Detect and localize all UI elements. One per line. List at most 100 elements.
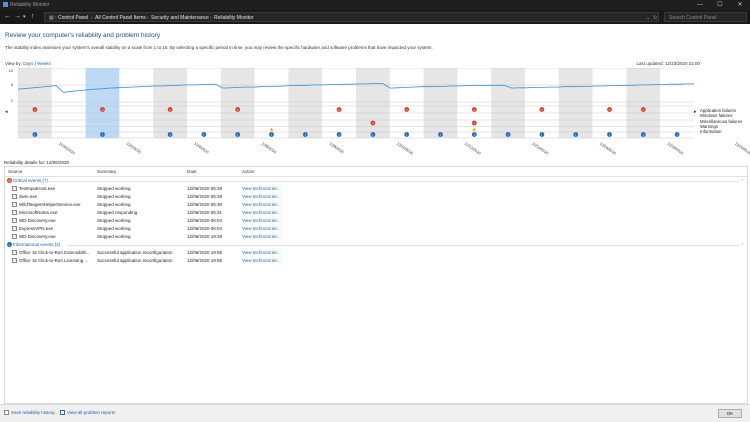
column-source[interactable]: Source: [8, 169, 22, 174]
scroll-right-icon[interactable]: ▸: [694, 109, 697, 115]
application-failure-icon-glyph: ×: [541, 108, 543, 112]
view-technical-details-link[interactable]: View technical de...: [242, 186, 281, 191]
minimize-button[interactable]: —: [690, 0, 710, 10]
row-date: 12/06/2020 19:29: [187, 234, 223, 239]
view-technical-details-link[interactable]: View technical de...: [242, 218, 281, 223]
application-failure-icon-glyph: ×: [169, 108, 171, 112]
view-technical-details-link[interactable]: View technical de...: [242, 258, 281, 263]
collapse-chevron-icon[interactable]: ⌃: [741, 178, 744, 183]
day-column: [187, 68, 221, 138]
table-row[interactable]: ExpressVPN.exe Stopped working 12/06/2020 …: [5, 225, 747, 233]
table-row[interactable]: Office 16 Click-to-Run Licensing ... Succ…: [5, 257, 747, 265]
close-button[interactable]: ✕: [730, 0, 750, 10]
breadcrumb-control-panel[interactable]: Control Panel: [58, 15, 88, 21]
row-summary: Stopped working: [97, 186, 131, 191]
table-row[interactable]: dwm.exe Stopped working 12/06/2020 05:29 Vi…: [5, 193, 747, 201]
refresh-icon[interactable]: ↻: [653, 15, 657, 21]
table-row[interactable]: WD Discovery.exe Stopped working 12/06/202…: [5, 217, 747, 225]
row-date: 12/06/2020 19:55: [187, 258, 223, 263]
ok-button[interactable]: OK: [718, 409, 742, 418]
row-source: MicrosoftNotes.exe: [19, 210, 58, 215]
row-summary: Stopped working: [97, 226, 131, 231]
table-row[interactable]: WildTangentHelperService.exe Stopped work…: [5, 201, 747, 209]
day-column: [525, 68, 559, 138]
file-icon: [12, 258, 17, 263]
page-title: Review your computer's reliability and p…: [5, 32, 161, 39]
chevron-right-icon: ›: [91, 15, 93, 21]
x-tick-label: 12/14/2020: [531, 142, 549, 156]
label-information: Information: [700, 129, 722, 135]
up-arrow-icon[interactable]: ↑: [31, 13, 35, 21]
row-date: 12/06/2020 05:30: [187, 202, 223, 207]
back-arrow-icon[interactable]: ←: [4, 13, 11, 21]
day-column: [491, 68, 525, 138]
x-tick-label: 12/16/2020: [599, 142, 617, 156]
table-row[interactable]: TextInputHost.exe Stopped working 12/06/20…: [5, 185, 747, 193]
row-date: 12/06/2020 05:29: [187, 194, 223, 199]
day-column: [660, 68, 694, 138]
view-technical-details-link[interactable]: View technical de...: [242, 234, 281, 239]
view-technical-details-link[interactable]: View technical de...: [242, 194, 281, 199]
file-icon: [12, 186, 17, 191]
row-summary: Successful application reconfiguration: [97, 250, 173, 255]
view-weeks-link[interactable]: Weeks: [37, 61, 51, 66]
dropdown-icon[interactable]: ⌄: [646, 15, 650, 21]
reports-icon: [60, 410, 65, 415]
column-action[interactable]: Action: [242, 169, 255, 174]
breadcrumb-all-items[interactable]: All Control Panel Items: [95, 15, 146, 21]
day-column: [423, 68, 458, 138]
day-column: [288, 68, 323, 138]
row-summary: Stopped working: [97, 194, 131, 199]
view-technical-details-link[interactable]: View technical de...: [242, 250, 281, 255]
x-tick-label: 12/4/2020: [193, 142, 209, 155]
chart-svg[interactable]: 1051× × × × × × × × × ×× ×i i i i i i i i i i i i i i i i i i11/30/…: [0, 67, 750, 160]
group-info-label: Informational events (2): [13, 242, 61, 247]
view-days-link[interactable]: Days: [23, 61, 33, 66]
column-summary[interactable]: Summary: [97, 169, 116, 174]
table-row[interactable]: Office 16 Click-to-Run Extensibilit... Su…: [5, 249, 747, 257]
row-summary: Stopped working: [97, 218, 131, 223]
collapse-chevron-icon[interactable]: ⌃: [741, 242, 744, 247]
view-all-reports-link[interactable]: View all problem reports: [67, 410, 115, 415]
address-field[interactable]: ▦ › Control Panel › All Control Panel It…: [44, 12, 659, 22]
search-input[interactable]: Search Control Panel: [664, 12, 747, 22]
group-divider: [41, 181, 739, 182]
group-informational-events[interactable]: i Informational events (2): [7, 242, 61, 248]
forward-arrow-icon[interactable]: →: [14, 13, 21, 21]
group-divider: [67, 245, 739, 246]
save-icon: [4, 410, 9, 415]
table-row[interactable]: MicrosoftNotes.exe Stopped responding 12/0…: [5, 209, 747, 217]
recent-locations-icon[interactable]: ▾: [23, 13, 26, 21]
x-tick-label: 12/8/2020: [328, 142, 344, 155]
column-date[interactable]: Date: [187, 169, 197, 174]
row-source: WD Discovery.exe: [19, 234, 56, 239]
row-summary: Stopped responding: [97, 210, 138, 215]
info-icon: i: [7, 242, 12, 248]
y-tick-label: 10: [9, 68, 14, 73]
view-technical-details-link[interactable]: View technical de...: [242, 210, 281, 215]
breadcrumb-security-maintenance[interactable]: Security and Maintenance: [151, 15, 209, 21]
table-row[interactable]: WD Discovery.exe Stopped working 12/06/202…: [5, 233, 747, 241]
file-icon: [12, 210, 17, 215]
row-summary: Stopped working: [97, 234, 131, 239]
save-history-link[interactable]: Save reliability history...: [11, 410, 58, 415]
file-icon: [12, 250, 17, 255]
view-technical-details-link[interactable]: View technical de...: [242, 202, 281, 207]
row-summary: Successful application reconfiguration: [97, 258, 173, 263]
maximize-button[interactable]: ☐: [710, 0, 730, 10]
details-header: Reliability details for: 12/06/2020: [4, 160, 70, 165]
view-technical-details-link[interactable]: View technical de...: [242, 226, 281, 231]
row-date: 12/06/2020 06:04: [187, 218, 223, 223]
scroll-left-icon[interactable]: ◂: [5, 109, 8, 115]
file-icon: [12, 194, 17, 199]
application-failure-icon-glyph: ×: [642, 108, 644, 112]
file-icon: [12, 218, 17, 223]
day-column: [18, 68, 52, 138]
day-column: [558, 68, 593, 138]
day-column: [389, 68, 424, 138]
day-column: [356, 68, 390, 138]
x-tick-label: 12/18/2020: [666, 142, 684, 156]
reliability-chart[interactable]: 10 5 1 × × × × × × × × × × × × i i i i i i i i i i i i i i i i i i 11/30/…: [0, 67, 750, 160]
breadcrumb-reliability-monitor[interactable]: Reliability Monitor: [214, 15, 253, 21]
row-source: WildTangentHelperService.exe: [19, 202, 81, 207]
